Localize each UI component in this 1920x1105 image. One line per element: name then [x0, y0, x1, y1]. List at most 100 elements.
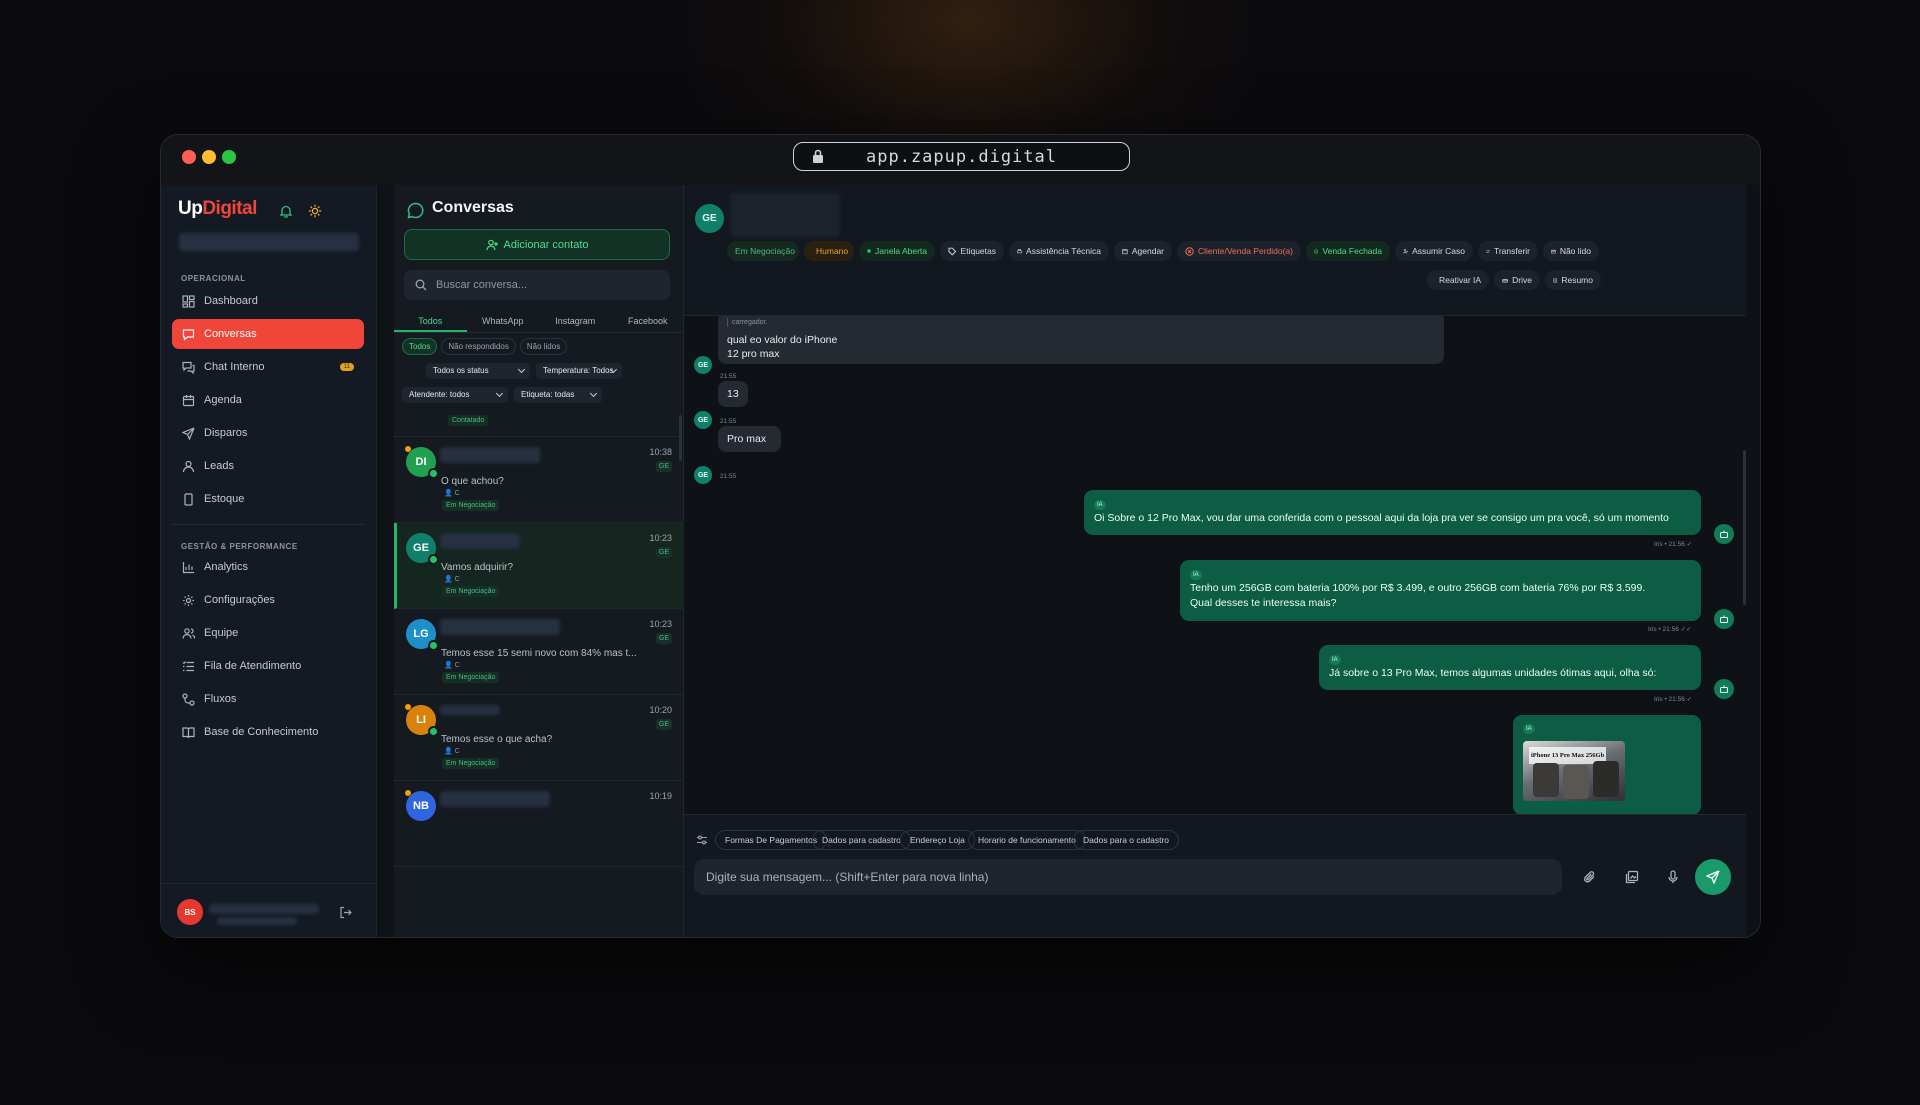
outgoing-message: IA Oi Sobre o 12 Pro Max, vou dar uma co… [1084, 490, 1701, 535]
document-icon [1553, 278, 1557, 282]
quick-reply-chip[interactable]: Dados para o cadastro [1073, 830, 1179, 850]
tab-whatsapp[interactable]: WhatsApp [467, 309, 540, 332]
filter-chips: Todos Não respondidos Não lidos [402, 338, 568, 355]
whatsapp-icon [428, 554, 439, 565]
sidebar-item-equipe[interactable]: Equipe [172, 618, 364, 648]
stage-neg-badge[interactable]: Em Negociação [727, 241, 799, 261]
voice-button[interactable] [1664, 868, 1682, 886]
mark-unread-button[interactable]: Não lido [1543, 241, 1599, 261]
filter-chip-nao-respondidos[interactable]: Não respondidos [441, 338, 516, 355]
minimize-window-button[interactable] [202, 150, 216, 164]
conversation-item-selected[interactable]: GE 10:23 GE Vamos adquirir? 👤 C Em Negoc… [394, 523, 684, 609]
list-scrollbar[interactable] [679, 415, 682, 461]
gear-icon [183, 594, 194, 606]
sidebar-item-estoque[interactable]: Estoque [172, 484, 364, 514]
theme-toggle-button[interactable] [303, 199, 327, 223]
sidebar-item-agenda[interactable]: Agenda [172, 385, 364, 415]
sidebar-item-chat-interno[interactable]: Chat Interno 11 [172, 352, 364, 382]
search-icon [415, 279, 427, 291]
attach-button[interactable] [1581, 868, 1599, 886]
incoming-message: carregador. qual eo valor do iPhone 12 p… [718, 316, 1444, 364]
conversation-item[interactable]: NB 10:19 [394, 781, 684, 867]
sidebar-item-leads[interactable]: Leads [172, 451, 364, 481]
notifications-button[interactable] [274, 199, 298, 223]
last-message: Vamos adquirir? [441, 562, 514, 573]
ai-badge: IA [1094, 500, 1106, 510]
user-check-icon [1403, 248, 1409, 254]
agent-tag: GE [655, 547, 672, 558]
user-name-redacted [209, 904, 319, 914]
tab-instagram[interactable]: Instagram [539, 309, 612, 332]
logout-icon[interactable] [339, 906, 352, 919]
quick-reply-chip[interactable]: Formas De Pagamentos [715, 830, 828, 850]
section-label-operational: OPERACIONAL [181, 274, 246, 283]
microphone-icon [1668, 870, 1678, 883]
user-icon [182, 460, 195, 472]
sidebar-item-dashboard[interactable]: Dashboard [172, 286, 364, 316]
tech-support-button[interactable]: Assistência Técnica [1009, 241, 1109, 261]
send-button[interactable] [1695, 859, 1731, 895]
status-select[interactable]: Todos os status [426, 363, 530, 379]
summary-button[interactable]: Resumo [1545, 270, 1601, 290]
ai-badge: IA [1523, 724, 1535, 734]
contact-avatar[interactable]: GE [695, 204, 724, 233]
phone-icon [184, 492, 193, 506]
product-image[interactable]: iPhone 13 Pro Max 256Gb [1523, 741, 1625, 801]
list-icon [182, 660, 194, 671]
message-meta: Iris • 21:56 ✓✓ [1648, 626, 1692, 633]
message-meta: Iris • 21:56 ✓ [1654, 541, 1693, 548]
tab-facebook[interactable]: Facebook [612, 309, 685, 332]
mark-lost-button[interactable]: Cliente/Venda Perdido(a) [1177, 241, 1301, 261]
sidebar-item-fila-de-atendimento[interactable]: Fila de Atendimento [172, 651, 364, 681]
gallery-button[interactable] [1623, 868, 1641, 886]
sliders-icon[interactable] [696, 834, 708, 846]
conversation-list: Contatado DI 10:38 GE O que achou? 👤 C E… [394, 397, 684, 937]
close-window-button[interactable] [182, 150, 196, 164]
quick-reply-chip[interactable]: Endereço Loja [900, 830, 975, 850]
add-contact-button[interactable]: Adicionar contato [404, 229, 670, 260]
thread-scrollbar[interactable] [1743, 450, 1746, 605]
take-case-button[interactable]: Assumir Caso [1395, 241, 1473, 261]
filter-chip-todos[interactable]: Todos [402, 338, 438, 355]
conversation-item[interactable]: Contatado [394, 397, 684, 437]
flow-icon [182, 692, 195, 706]
user-avatar[interactable]: BS [177, 899, 203, 925]
transfer-button[interactable]: Transferir [1478, 241, 1538, 261]
reactivate-ai-button[interactable]: Reativar IA [1427, 270, 1489, 290]
sidebar-item-disparos[interactable]: Disparos [172, 418, 364, 448]
conversation-item[interactable]: LI 10:20 GE Temos esse o que acha? 👤 C E… [394, 695, 684, 781]
sidebar-item-conversas[interactable]: Conversas [172, 319, 364, 349]
dashboard-icon [182, 294, 195, 308]
sidebar-footer: BS [161, 883, 377, 937]
maximize-window-button[interactable] [222, 150, 236, 164]
tags-button[interactable]: Etiquetas [940, 241, 1004, 261]
conversation-time: 10:38 [649, 447, 672, 457]
sidebar-item-base-de-conhecimento[interactable]: Base de Conhecimento [172, 717, 364, 747]
sidebar-item-configuracoes[interactable]: Configurações [172, 585, 364, 615]
tab-todos[interactable]: Todos [394, 309, 467, 332]
bell-icon [279, 205, 293, 218]
conversation-item[interactable]: DI 10:38 GE O que achou? 👤 C Em Negociaç… [394, 437, 684, 523]
sidebar-item-fluxos[interactable]: Fluxos [172, 684, 364, 714]
message-input[interactable]: Digite sua mensagem... (Shift+Enter para… [694, 859, 1562, 895]
quick-reply-chip[interactable]: Dados para cadastro [812, 830, 911, 850]
filter-chip-nao-lidos[interactable]: Não lidos [519, 338, 568, 355]
brand-logo[interactable]: UpDigital [178, 198, 257, 220]
sidebar-item-analytics[interactable]: Analytics [172, 552, 364, 582]
conversation-item[interactable]: LG 10:23 GE Temos esse 15 semi novo com … [394, 609, 684, 695]
window-open-badge[interactable]: Janela Aberta [859, 241, 935, 261]
contact-mini-avatar: GE [694, 411, 712, 429]
lock-icon [813, 149, 823, 163]
schedule-button[interactable]: Agendar [1114, 241, 1172, 261]
address-bar[interactable]: app.zapup.digital [793, 142, 1130, 171]
quick-reply-chip[interactable]: Horario de funcionamento [968, 830, 1086, 850]
outgoing-image-message[interactable]: IA iPhone 13 Pro Max 256Gb [1513, 715, 1701, 814]
drive-button[interactable]: Drive [1494, 270, 1540, 290]
status-dot-icon [867, 249, 871, 253]
human-mode-badge[interactable]: Humano [804, 241, 854, 261]
mark-won-button[interactable]: Venda Fechada [1306, 241, 1390, 261]
bot-sender-icon [1714, 524, 1734, 544]
search-input[interactable]: Buscar conversa... [404, 270, 670, 300]
temperature-select[interactable]: Temperatura: Todos [536, 363, 622, 379]
contact-avatar: DI [405, 446, 439, 479]
